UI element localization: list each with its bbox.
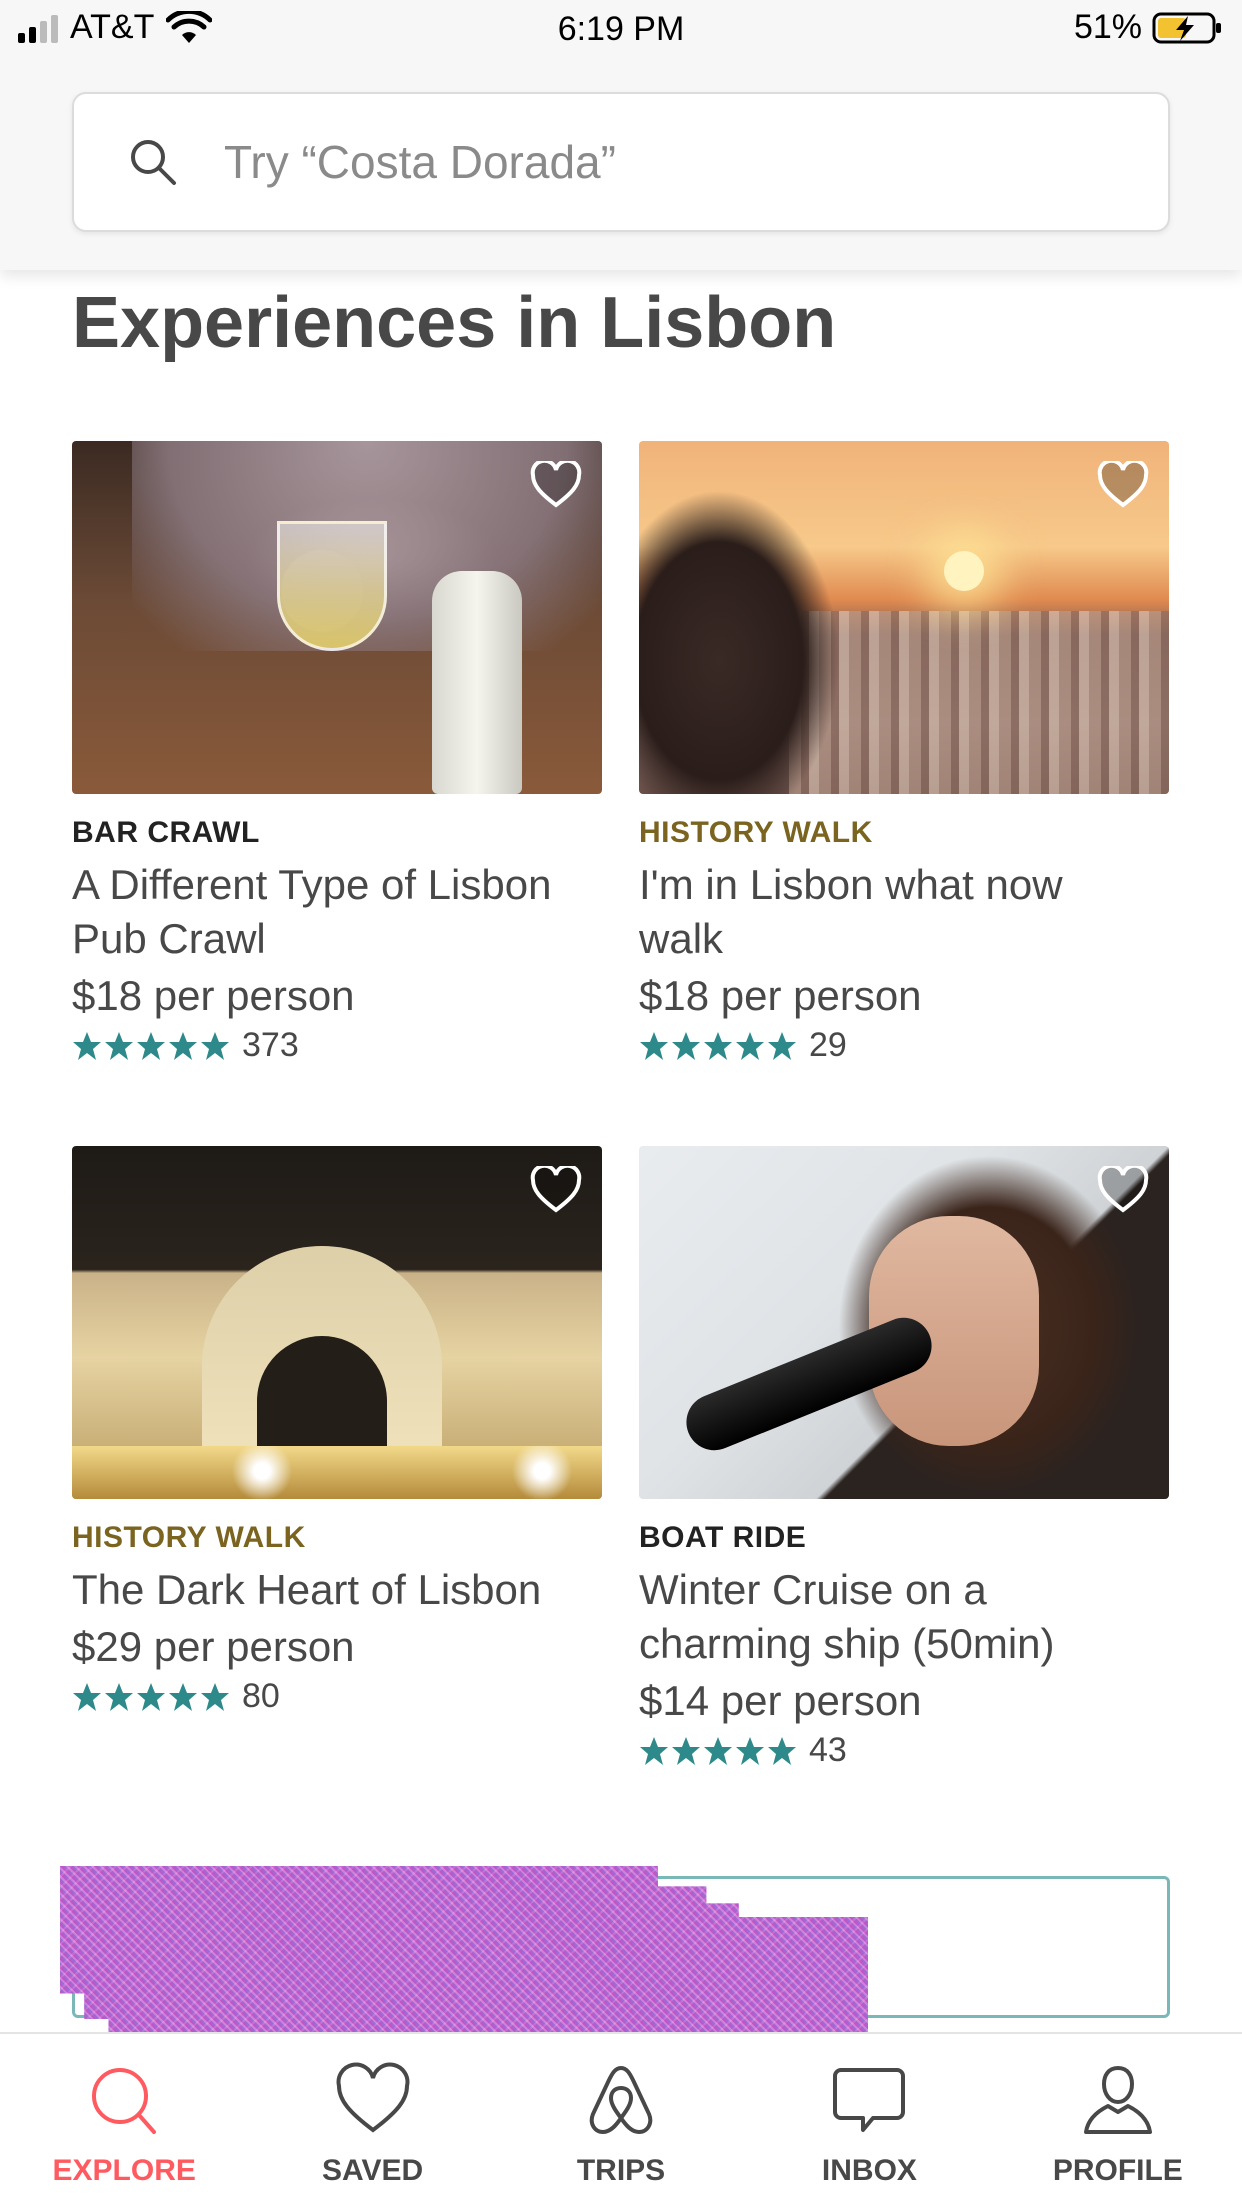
star-icon [73, 1682, 101, 1711]
experience-card[interactable]: HISTORY WALK The Dark Heart of Lisbon $2… [72, 1146, 602, 1716]
experience-photo [639, 1146, 1169, 1499]
review-count: 373 [242, 1026, 299, 1064]
star-rating [639, 1736, 797, 1766]
search-bar[interactable]: Try “Costa Dorada” [72, 92, 1170, 232]
experience-card[interactable]: BOAT RIDE Winter Cruise on a charming sh… [639, 1146, 1169, 1770]
star-icon [736, 1031, 764, 1060]
tab-inbox[interactable]: INBOX [745, 2034, 993, 2208]
person-icon [1083, 2065, 1152, 2134]
experience-photo [72, 441, 602, 794]
experience-category: BOAT RIDE [639, 1521, 807, 1554]
review-count: 80 [242, 1677, 280, 1715]
experience-category: HISTORY WALK [72, 1521, 306, 1554]
star-icon [137, 1682, 165, 1711]
search-icon [131, 140, 176, 185]
airbnb-logo-icon [589, 2065, 653, 2135]
review-count: 29 [809, 1026, 847, 1064]
tab-trips[interactable]: TRIPS [497, 2034, 745, 2208]
experience-price: $14 per person [639, 1677, 922, 1724]
save-heart-icon[interactable] [1097, 1166, 1149, 1214]
experience-price: $29 per person [72, 1623, 355, 1670]
star-icon [105, 1682, 133, 1711]
star-icon [768, 1031, 796, 1060]
heart-icon [336, 2062, 410, 2133]
battery-charging-icon [1152, 12, 1221, 43]
tab-saved[interactable]: SAVED [248, 2034, 496, 2208]
star-icon [201, 1031, 229, 1060]
experience-price: $18 per person [639, 972, 922, 1019]
star-icon [736, 1736, 764, 1765]
star-icon [201, 1682, 229, 1711]
section-title: Experiences in Lisbon [72, 283, 837, 363]
star-icon [640, 1736, 668, 1765]
save-heart-icon[interactable] [1097, 461, 1149, 509]
tab-label: SAVED [322, 2154, 424, 2187]
status-time: 6:19 PM [557, 10, 685, 48]
star-icon [105, 1031, 133, 1060]
battery-percent: 51% [1073, 8, 1142, 46]
experience-photo [639, 441, 1169, 794]
search-icon [92, 2068, 157, 2134]
rating: 373 [72, 1026, 602, 1065]
rating: 80 [72, 1677, 602, 1716]
experience-title: A Different Type of Lisbon Pub Crawl [72, 861, 552, 962]
status-right: 51% [1074, 8, 1224, 47]
star-icon [137, 1031, 165, 1060]
experience-title: Winter Cruise on a charming ship (50min) [639, 1566, 1055, 1667]
star-icon [704, 1736, 732, 1765]
star-icon [640, 1031, 668, 1060]
experience-card[interactable]: HISTORY WALK I'm in Lisbon what now walk… [639, 441, 1169, 1065]
experience-category: HISTORY WALK [639, 816, 873, 849]
status-bar: AT&T 6:19 PM 51% [0, 0, 1242, 60]
tab-label: PROFILE [1052, 2154, 1183, 2187]
tab-label: EXPLORE [52, 2154, 196, 2187]
rating: 29 [639, 1026, 1169, 1065]
star-icon [704, 1031, 732, 1060]
star-icon [672, 1736, 700, 1765]
tab-profile[interactable]: PROFILE [994, 2034, 1242, 2208]
header: AT&T 6:19 PM 51% Try “Costa Dorada” [0, 0, 1242, 270]
star-icon [169, 1682, 197, 1711]
rating: 43 [639, 1731, 1169, 1770]
star-rating [72, 1031, 230, 1061]
star-rating [72, 1682, 230, 1712]
save-heart-icon[interactable] [530, 461, 582, 509]
experience-title: The Dark Heart of Lisbon [72, 1566, 542, 1613]
experience-title: I'm in Lisbon what now walk [639, 861, 1063, 962]
star-icon [672, 1031, 700, 1060]
star-icon [768, 1736, 796, 1765]
experience-photo [72, 1146, 602, 1499]
experience-category: BAR CRAWL [72, 816, 260, 849]
chat-bubble-icon [833, 2068, 906, 2132]
star-rating [639, 1031, 797, 1061]
star-icon [169, 1031, 197, 1060]
tab-label: TRIPS [576, 2154, 666, 2187]
review-count: 43 [809, 1731, 847, 1769]
experience-card[interactable]: BAR CRAWL A Different Type of Lisbon Pub… [72, 441, 602, 1065]
save-heart-icon[interactable] [530, 1166, 582, 1214]
search-placeholder: Try “Costa Dorada” [224, 136, 616, 188]
experience-price: $18 per person [72, 972, 355, 1019]
tab-label: INBOX [821, 2154, 917, 2187]
star-icon [73, 1031, 101, 1060]
tab-explore[interactable]: EXPLORE [0, 2034, 248, 2208]
bottom-tab-bar: EXPLORE SAVED TRIPS INBOX PROFILE [0, 2032, 1242, 2208]
